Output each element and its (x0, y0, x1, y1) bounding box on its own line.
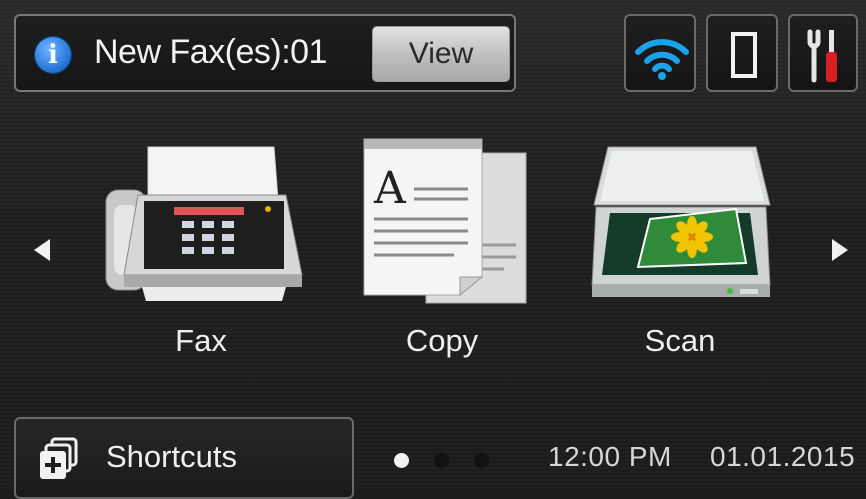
time-display: 12:00 PM (548, 441, 672, 472)
settings-tools-icon (807, 29, 837, 83)
date-display: 01.01.2015 (710, 441, 856, 472)
svg-text:A: A (373, 163, 407, 214)
toner-icon (731, 32, 757, 78)
wifi-icon (635, 39, 689, 80)
wifi-button[interactable] (624, 14, 696, 92)
page-dot-1-active (394, 453, 409, 468)
scroll-left-arrow[interactable] (32, 237, 52, 263)
add-shortcut-icon (40, 437, 78, 479)
settings-button[interactable] (788, 14, 858, 92)
shortcuts-button[interactable]: Shortcuts (14, 417, 354, 499)
fax-machine-icon (105, 146, 303, 301)
page-dot-2 (434, 453, 449, 468)
notification-text: New Fax(es):01 (94, 33, 327, 71)
scanner-icon (591, 146, 771, 297)
scan-label: Scan (644, 323, 716, 358)
fax-label: Fax (175, 323, 227, 358)
printer-touchscreen: i New Fax(es):01 View Fax A Copy Scan Sh… (0, 0, 866, 499)
copy-document-icon: A (363, 138, 527, 304)
page-dot-3 (474, 453, 489, 468)
toner-button[interactable] (706, 14, 778, 92)
view-button[interactable]: View (372, 26, 510, 82)
info-icon: i (34, 36, 72, 74)
copy-app-button[interactable]: A Copy (344, 135, 540, 375)
scan-app-button[interactable]: Scan (580, 135, 780, 375)
shortcuts-label: Shortcuts (106, 439, 237, 474)
fax-notification-bar: i New Fax(es):01 View (14, 14, 516, 92)
copy-label: Copy (405, 323, 479, 358)
scroll-right-arrow[interactable] (830, 237, 850, 263)
fax-app-button[interactable]: Fax (96, 135, 306, 375)
